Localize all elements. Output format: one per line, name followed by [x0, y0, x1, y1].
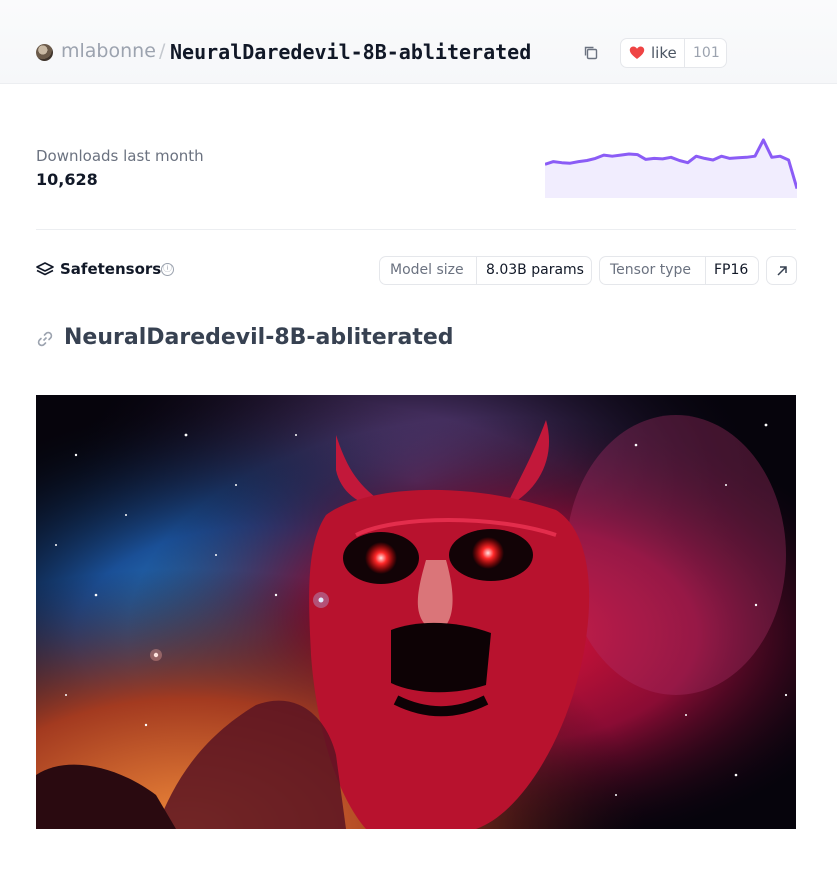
model-size-label: Model size [380, 257, 477, 284]
like-count[interactable]: 101 [693, 45, 720, 61]
tensor-type-value: FP16 [714, 262, 749, 278]
model-size-badge: Model size 8.03B params [379, 256, 592, 285]
like-button[interactable]: like [621, 39, 685, 67]
readme-heading: NeuralDaredevil-8B-abliterated [64, 325, 454, 350]
heart-icon [629, 46, 645, 59]
model-size-value: 8.03B params [486, 262, 584, 278]
model-header: mlabonne / NeuralDaredevil-8B-abliterate… [0, 0, 837, 84]
info-icon[interactable]: ⓘ [161, 263, 174, 276]
downloads-count: 10,628 [36, 170, 98, 189]
tensor-type-badge: Tensor type FP16 [599, 256, 759, 285]
owner-link[interactable]: mlabonne [61, 40, 156, 62]
like-widget: like 101 [620, 38, 727, 68]
repo-name[interactable]: NeuralDaredevil-8B-abliterated [170, 40, 531, 64]
downloads-sparkline [545, 138, 797, 198]
arrow-up-right-icon[interactable] [766, 256, 797, 285]
model-banner-image [36, 395, 796, 829]
tensor-type-label: Tensor type [600, 257, 706, 284]
layers-icon [36, 262, 54, 276]
link-icon[interactable] [36, 330, 54, 348]
section-divider [36, 229, 796, 230]
safetensors-label: Safetensors [60, 260, 162, 278]
avatar[interactable] [36, 44, 53, 61]
path-separator: / [159, 40, 166, 62]
copy-icon[interactable] [582, 44, 600, 62]
like-label: like [651, 44, 677, 62]
downloads-label: Downloads last month [36, 147, 204, 165]
